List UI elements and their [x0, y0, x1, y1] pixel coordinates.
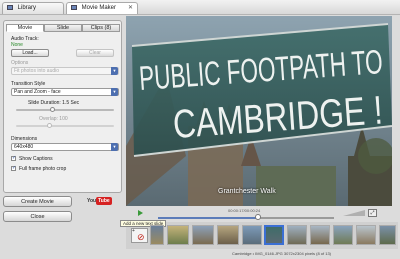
movie-icon [71, 5, 77, 10]
load-audio-button[interactable]: Load... [11, 49, 49, 57]
create-movie-button[interactable]: Create Movie [3, 196, 72, 207]
file-info: Cambridge • IMG_0146.JPG 3072x2304 pixel… [232, 251, 332, 256]
filmstrip-thumb[interactable] [333, 225, 353, 245]
overlap-slider[interactable] [16, 125, 114, 127]
options-select[interactable]: Fit photos into audio ▼ [11, 67, 119, 75]
tab-movie-maker-label: Movie Maker [81, 5, 117, 11]
filmstrip-thumb[interactable] [242, 225, 262, 245]
transition-style-label: Transition Style [11, 81, 46, 87]
slide-preview: PUBLIC FOOTPATH TO CAMBRIDGE ! Grantches… [126, 16, 392, 206]
overlap-label: Overlap: 100 [39, 116, 68, 122]
dimensions-select[interactable]: 640x480 ▼ [11, 143, 119, 151]
transition-style-select[interactable]: Pan and Zoom - face ▼ [11, 88, 119, 96]
filmstrip-thumb[interactable] [379, 225, 396, 245]
tab-library[interactable]: Library [2, 2, 64, 14]
full-frame-checkbox[interactable] [11, 165, 16, 171]
show-captions-label: Show Captions [19, 156, 53, 162]
options-value: Fit photos into audio [14, 68, 60, 74]
youtube-tube-text: Tube [96, 197, 112, 205]
clear-audio-button[interactable]: Clear [76, 49, 114, 57]
youtube-you-text: You [87, 198, 97, 204]
playhead-knob[interactable] [255, 214, 262, 220]
timeline-progress [158, 217, 259, 219]
fullscreen-icon[interactable]: ⤢ [368, 209, 377, 217]
audio-status: None [11, 42, 23, 48]
close-tab-icon[interactable]: ✕ [128, 3, 133, 14]
subtab-slide[interactable]: Slide [44, 24, 82, 32]
tab-movie-maker[interactable]: Movie Maker ✕ [66, 2, 138, 14]
transition-style-value: Pan and Zoom - face [14, 89, 61, 95]
slide-duration-knob[interactable] [50, 107, 56, 112]
filmstrip-thumb[interactable] [192, 225, 214, 245]
slide-caption: Grantchester Walk [218, 188, 276, 195]
panel-subtabs: Movie Slide Clips (8) [6, 24, 120, 32]
movie-settings-panel: Movie Slide Clips (8) Audio Track: None … [3, 20, 122, 193]
options-label: Options [11, 60, 29, 66]
chevron-down-icon: ▼ [111, 143, 118, 151]
filmstrip-thumb[interactable] [287, 225, 307, 245]
show-captions-checkbox[interactable] [11, 155, 16, 161]
library-icon [7, 5, 13, 10]
full-frame-label: Full frame photo crop [19, 166, 67, 172]
subtab-clips[interactable]: Clips (8) [82, 24, 120, 32]
close-button[interactable]: Close [3, 211, 72, 222]
slide-duration-slider[interactable] [16, 109, 114, 111]
filmstrip-thumb[interactable] [356, 225, 376, 245]
add-text-slide-button[interactable]: + ⊘ [131, 228, 148, 243]
timecode: 00:00:17/00:00:24 [228, 208, 261, 213]
filmstrip-thumb[interactable] [217, 225, 239, 245]
youtube-button[interactable]: You Tube [86, 196, 112, 206]
plus-icon: + [132, 228, 135, 234]
playback-timeline[interactable] [158, 217, 334, 219]
dimensions-value: 640x480 [14, 144, 34, 150]
filmstrip-thumb[interactable] [167, 225, 189, 245]
filmstrip-thumb[interactable] [150, 225, 164, 245]
tab-library-label: Library [17, 5, 37, 11]
chevron-down-icon: ▼ [111, 67, 118, 75]
play-icon[interactable] [138, 210, 143, 216]
dimensions-label: Dimensions [11, 136, 38, 142]
subtab-movie[interactable]: Movie [6, 24, 44, 32]
slide-duration-label: Slide Duration: 1.5 Sec [28, 100, 80, 106]
volume-slider[interactable] [343, 210, 365, 216]
chevron-down-icon: ▼ [111, 88, 118, 96]
no-symbol-icon: ⊘ [137, 232, 145, 242]
preview-photo: PUBLIC FOOTPATH TO CAMBRIDGE ! [126, 16, 392, 206]
overlap-knob[interactable] [47, 123, 53, 128]
filmstrip-thumb[interactable] [310, 225, 330, 245]
filmstrip-thumb-selected[interactable] [264, 225, 284, 245]
